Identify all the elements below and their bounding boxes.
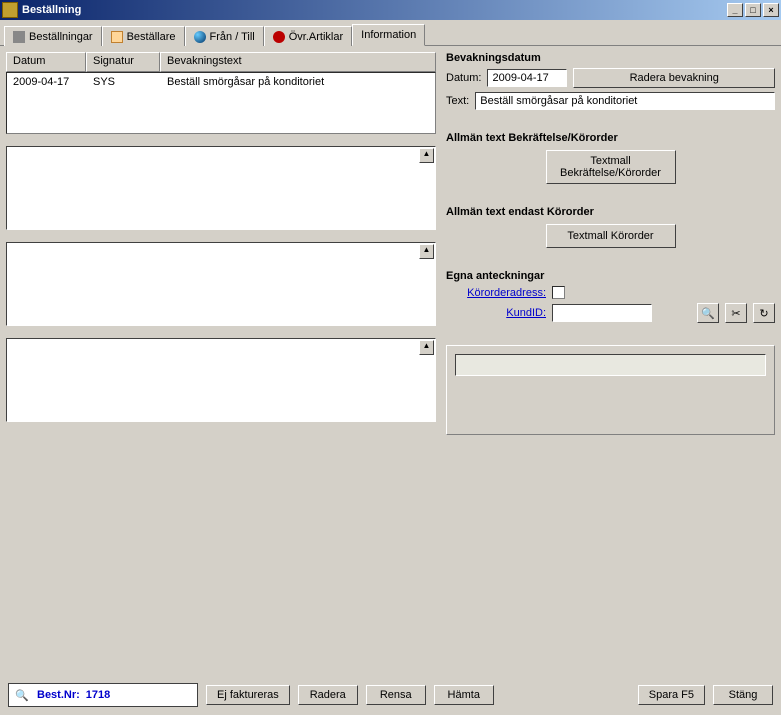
kundid-label[interactable]: KundID: (446, 307, 546, 319)
ej-faktureras-button[interactable]: Ej faktureras (206, 685, 290, 705)
bottom-toolbar: 🔍 Best.Nr: 1718 Ej faktureras Radera Ren… (0, 675, 781, 715)
bevakning-grid[interactable]: 2009-04-17 SYS Beställ smörgåsar på kond… (6, 72, 436, 134)
egna-header: Egna anteckningar (446, 270, 775, 282)
tab-ovr-artiklar[interactable]: Övr.Artiklar (264, 26, 352, 46)
textarea-1[interactable]: ▲ (6, 146, 436, 230)
cell-signatur: SYS (87, 75, 161, 89)
titlebar: Beställning _ □ × (0, 0, 781, 20)
tab-bestallningar[interactable]: Beställningar (4, 26, 102, 46)
tab-label: Övr.Artiklar (289, 31, 343, 43)
search-icon: 🔍 (13, 686, 31, 704)
col-datum[interactable]: Datum (6, 52, 86, 72)
cell-bevtext: Beställ smörgåsar på konditoriet (161, 75, 435, 89)
col-signatur[interactable]: Signatur (86, 52, 160, 72)
egna-section: Egna anteckningar Körorderadress: KundID… (446, 270, 775, 323)
left-column: Datum Signatur Bevakningstext 2009-04-17… (6, 52, 436, 669)
person-icon (111, 31, 123, 43)
table-row[interactable]: 2009-04-17 SYS Beställ smörgåsar på kond… (7, 73, 435, 91)
hamta-button[interactable]: Hämta (434, 685, 494, 705)
stang-button[interactable]: Stäng (713, 685, 773, 705)
tab-strip: Beställningar Beställare Från / Till Övr… (0, 24, 781, 46)
datum-input[interactable] (487, 69, 567, 87)
red-dot-icon (273, 31, 285, 43)
order-number-display[interactable]: 🔍 Best.Nr: 1718 (8, 683, 198, 707)
globe-icon (194, 31, 206, 43)
allman-bk-header: Allmän text Bekräftelse/Körorder (446, 132, 775, 144)
textmall-ko-button[interactable]: Textmall Körorder (546, 224, 676, 248)
kororderadress-checkbox[interactable] (552, 286, 565, 299)
gear-icon (13, 31, 25, 43)
refresh-button[interactable]: ↻ (753, 303, 775, 323)
app-icon (2, 2, 18, 18)
radera-button[interactable]: Radera (298, 685, 358, 705)
tab-label: Information (361, 29, 416, 41)
scroll-up-icon[interactable]: ▲ (419, 244, 434, 259)
kororderadress-label[interactable]: Körorderadress: (446, 287, 546, 299)
allman-ko-header: Allmän text endast Körorder (446, 206, 775, 218)
scroll-up-icon[interactable]: ▲ (419, 340, 434, 355)
tab-fran-till[interactable]: Från / Till (185, 26, 264, 46)
scroll-up-icon[interactable]: ▲ (419, 148, 434, 163)
rensa-button[interactable]: Rensa (366, 685, 426, 705)
radera-bevakning-button[interactable]: Radera bevakning (573, 68, 775, 88)
textmall-bk-button[interactable]: Textmall Bekräftelse/Körorder (546, 150, 676, 184)
scissors-button[interactable]: ✂ (725, 303, 747, 323)
textarea-3[interactable]: ▲ (6, 338, 436, 422)
tab-label: Beställningar (29, 31, 93, 43)
tab-label: Från / Till (210, 31, 255, 43)
text-label: Text: (446, 95, 469, 107)
refresh-icon: ↻ (759, 307, 768, 320)
tab-label: Beställare (127, 31, 176, 43)
minimize-button[interactable]: _ (727, 3, 743, 17)
allman-bk-section: Allmän text Bekräftelse/Körorder Textmal… (446, 132, 775, 184)
scissors-icon: ✂ (731, 307, 740, 320)
order-prefix: Best.Nr: (37, 689, 80, 701)
grid-header: Datum Signatur Bevakningstext (6, 52, 436, 72)
main-panel: Datum Signatur Bevakningstext 2009-04-17… (0, 46, 781, 675)
col-bevtext[interactable]: Bevakningstext (160, 52, 436, 72)
tab-bestallare[interactable]: Beställare (102, 26, 185, 46)
window-title: Beställning (22, 4, 81, 16)
bevakning-header: Bevakningsdatum (446, 52, 775, 64)
allman-ko-section: Allmän text endast Körorder Textmall Kör… (446, 206, 775, 248)
spara-button[interactable]: Spara F5 (638, 685, 705, 705)
kund-display-1 (455, 354, 766, 376)
binoculars-icon: 🔍 (701, 307, 715, 320)
close-button[interactable]: × (763, 3, 779, 17)
kundid-input[interactable] (552, 304, 652, 322)
cell-datum: 2009-04-17 (7, 75, 87, 89)
tab-information[interactable]: Information (352, 24, 425, 46)
kund-panel (446, 345, 775, 435)
order-number: 1718 (86, 689, 110, 701)
binoculars-button[interactable]: 🔍 (697, 303, 719, 323)
maximize-button[interactable]: □ (745, 3, 761, 17)
right-column: Bevakningsdatum Datum: Radera bevakning … (446, 52, 775, 669)
datum-label: Datum: (446, 72, 481, 84)
bevakning-section: Bevakningsdatum Datum: Radera bevakning … (446, 52, 775, 110)
textarea-2[interactable]: ▲ (6, 242, 436, 326)
text-input[interactable] (475, 92, 775, 110)
